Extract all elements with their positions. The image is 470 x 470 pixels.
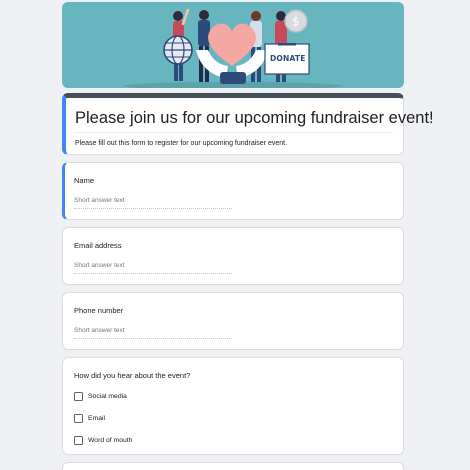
question-label: Phone number <box>74 306 124 315</box>
coin-icon: $ <box>284 9 308 33</box>
option-label: Social media <box>88 392 127 400</box>
next-question-card[interactable] <box>62 462 404 470</box>
name-answer-field[interactable]: Short answer text <box>74 197 232 209</box>
charity-illustration: $ <box>123 8 343 88</box>
header-banner: $ DONATE <box>62 2 404 88</box>
form-header-card: Please join us for our upcoming fundrais… <box>62 93 434 155</box>
question-card-name[interactable]: Name Short answer text <box>62 162 404 220</box>
svg-text:$: $ <box>292 15 300 29</box>
globe-icon <box>163 35 193 65</box>
checkbox[interactable] <box>74 391 83 401</box>
volunteer-figure-2 <box>198 10 210 82</box>
option-word-of-mouth[interactable]: Word of mouth <box>74 434 392 446</box>
question-card-source[interactable]: How did you hear about the event? Social… <box>62 357 404 455</box>
checkbox[interactable] <box>74 435 83 445</box>
option-label: Word of mouth <box>88 436 133 444</box>
question-label: Email address <box>74 241 122 250</box>
question-label: How did you hear about the event? <box>74 371 191 380</box>
option-email[interactable]: Email <box>74 412 392 424</box>
form-container: $ DONATE Please join us for our upcoming… <box>62 2 434 470</box>
question-card-email[interactable]: Email address Short answer text <box>62 227 404 285</box>
heart-icon <box>208 23 256 66</box>
option-label: Email <box>88 414 105 422</box>
question-card-phone[interactable]: Phone number Short answer text <box>62 292 404 350</box>
option-social-media[interactable]: Social media <box>74 390 392 402</box>
question-label: Name <box>74 176 95 185</box>
phone-answer-field[interactable]: Short answer text <box>74 327 232 339</box>
form-description: Please fill out this form to register fo… <box>75 140 288 147</box>
checkbox[interactable] <box>74 413 83 423</box>
form-title: Please join us for our upcoming fundrais… <box>75 108 434 133</box>
email-answer-field[interactable]: Short answer text <box>74 262 232 274</box>
donate-sign-text: DONATE <box>270 54 306 63</box>
